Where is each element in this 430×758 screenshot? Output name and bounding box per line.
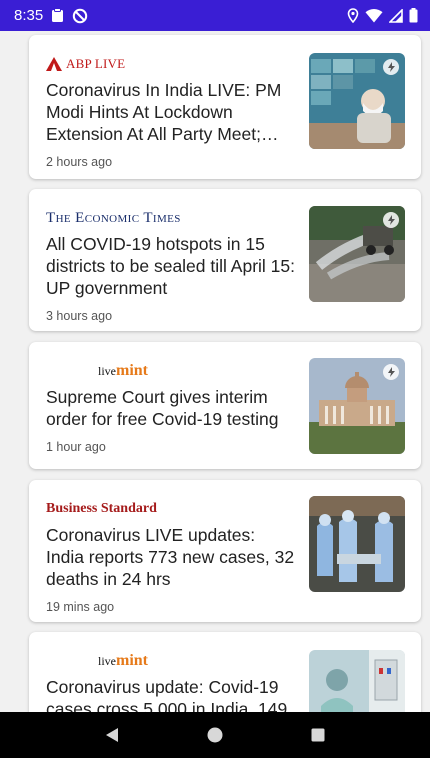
news-card[interactable]: ABP LIVE Coronavirus In India LIVE: PM M… (29, 35, 421, 179)
headline: All COVID-19 hotspots in 15 districts to… (46, 234, 296, 298)
publisher-logo: Business Standard (46, 498, 296, 520)
news-card-text: ABP LIVE Coronavirus In India LIVE: PM M… (46, 53, 296, 169)
timestamp: 1 hour ago (46, 440, 106, 454)
medical-workers-photo-icon[interactable] (309, 496, 405, 592)
status-bar: 8:35 (0, 0, 430, 31)
recents-icon[interactable] (298, 715, 338, 755)
publisher-name: Business Standard (46, 501, 157, 516)
lab-worker-photo-icon[interactable] (309, 650, 405, 712)
video-badge-icon (383, 212, 399, 228)
back-icon[interactable] (92, 715, 132, 755)
news-card-text: Business Standard Coronavirus LIVE updat… (46, 498, 296, 614)
headline: Coronavirus In India LIVE: PM Modi Hints… (46, 80, 282, 144)
news-card[interactable]: livemint Supreme Court gives interim ord… (29, 342, 421, 469)
publisher-logo: The Economic Times (46, 207, 296, 229)
publisher-prefix: live (98, 654, 116, 668)
sanitizer-spray-photo-icon[interactable] (309, 206, 405, 302)
timestamp: 19 mins ago (46, 600, 115, 614)
publisher-logo: livemint (46, 360, 296, 382)
news-card[interactable]: Business Standard Coronavirus LIVE updat… (29, 480, 421, 622)
supreme-court-photo-icon[interactable] (309, 358, 405, 454)
video-badge-icon (383, 59, 399, 75)
news-card[interactable]: livemint Coronavirus update: Covid-19 ca… (29, 632, 421, 712)
publisher-name: mint (116, 362, 148, 379)
video-conference-photo-icon[interactable] (309, 53, 405, 149)
battery-icon (409, 8, 418, 23)
news-card-text: livemint Supreme Court gives interim ord… (46, 360, 296, 454)
timestamp: 2 hours ago (46, 155, 113, 169)
abp-logo-icon (46, 57, 62, 71)
location-icon (347, 8, 359, 23)
signal-icon (389, 8, 403, 23)
publisher-logo: ABP LIVE (46, 53, 296, 75)
timestamp: 3 hours ago (46, 309, 113, 323)
status-time: 8:35 (14, 7, 44, 24)
news-feed[interactable]: ABP LIVE Coronavirus In India LIVE: PM M… (0, 31, 430, 712)
publisher-name: The Economic Times (46, 209, 181, 226)
news-card[interactable]: The Economic Times All COVID-19 hotspots… (29, 189, 421, 331)
publisher-name: ABP LIVE (66, 56, 126, 71)
headline: Coronavirus LIVE updates: India reports … (46, 525, 295, 589)
video-badge-icon (383, 364, 399, 380)
news-card-text: The Economic Times All COVID-19 hotspots… (46, 207, 296, 324)
do-not-disturb-icon (72, 8, 88, 24)
publisher-prefix: live (98, 364, 116, 378)
navigation-bar (0, 712, 430, 758)
news-card-text: livemint Coronavirus update: Covid-19 ca… (46, 650, 296, 712)
clipboard-icon (51, 8, 64, 23)
publisher-logo: livemint (46, 650, 296, 672)
publisher-name: mint (116, 652, 148, 669)
headline: Coronavirus update: Covid-19 cases cross… (46, 677, 288, 712)
home-icon[interactable] (195, 715, 235, 755)
wifi-icon (365, 8, 383, 23)
headline: Supreme Court gives interim order for fr… (46, 387, 279, 429)
